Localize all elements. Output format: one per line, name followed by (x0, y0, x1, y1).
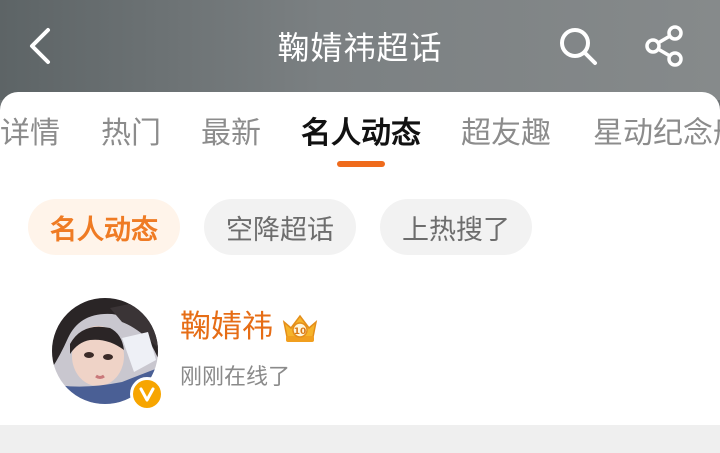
search-button[interactable] (556, 24, 600, 68)
tab-super-friends[interactable]: 超友趣 (461, 114, 551, 154)
user-name[interactable]: 鞠婧祎 (180, 307, 273, 347)
section-divider (0, 425, 720, 453)
level-number: 10 (294, 327, 307, 337)
chip-trending[interactable]: 上热搜了 (380, 199, 532, 255)
active-tab-indicator (337, 161, 385, 167)
tab-hot[interactable]: 热门 (101, 114, 161, 154)
header-bar: 鞠婧祎超话 (0, 0, 720, 100)
tab-latest[interactable]: 最新 (201, 114, 261, 154)
crown-level-icon: 10 (282, 314, 318, 342)
tab-bar: 详情 热门 最新 名人动态 超友趣 星动纪念册 (0, 92, 720, 178)
online-status: 刚刚在线了 (180, 365, 291, 390)
tab-details[interactable]: 详情 (0, 114, 60, 154)
tab-celebrity-news[interactable]: 名人动态 (301, 114, 421, 154)
verified-badge (130, 377, 164, 411)
page-title: 鞠婧祎超话 (277, 29, 443, 67)
tab-star-album[interactable]: 星动纪念册 (593, 114, 720, 154)
chip-airdrop-topic[interactable]: 空降超话 (204, 199, 356, 255)
chip-celebrity-news[interactable]: 名人动态 (28, 199, 180, 255)
verified-v-icon (139, 387, 155, 402)
share-button[interactable] (643, 24, 687, 68)
content-sheet: 详情 热门 最新 名人动态 超友趣 星动纪念册 名人动态 空降超话 上热搜了 鞠… (0, 92, 720, 453)
search-icon (560, 28, 597, 65)
share-icon (645, 25, 683, 67)
